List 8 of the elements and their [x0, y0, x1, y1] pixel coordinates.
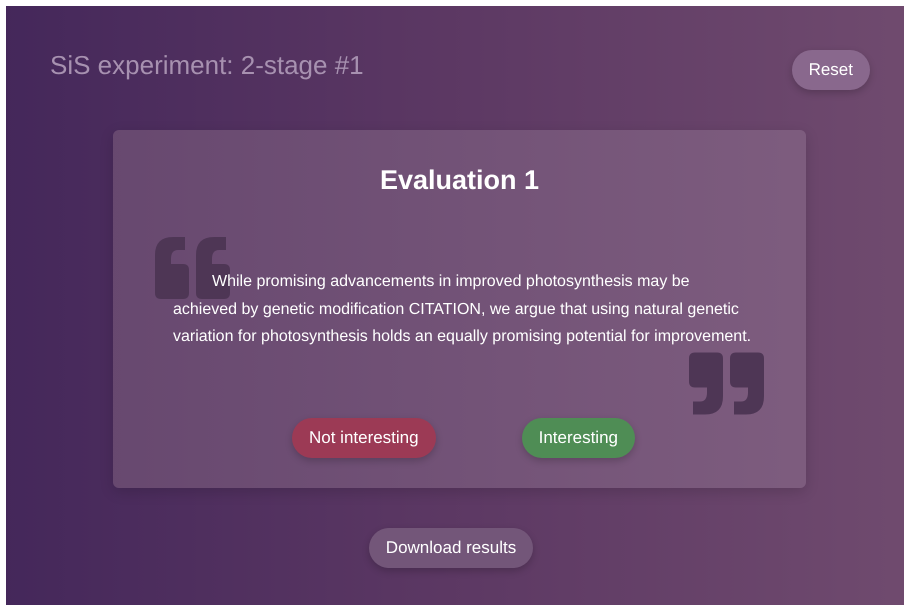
page-title: SiS experiment: 2-stage #1: [50, 50, 364, 82]
not-interesting-button[interactable]: Not interesting: [292, 418, 436, 458]
quote-text: While promising advancements in improved photosynthesis may be achieved by genetic modification CITATION, we argue that using natural genetic variation for photosynthesis holds an equally promising potential for improvement.: [173, 272, 752, 348]
reset-button[interactable]: Reset: [792, 50, 870, 90]
quote-close-icon: [689, 352, 764, 415]
download-results-button[interactable]: Download results: [368, 528, 534, 568]
interesting-button[interactable]: Interesting: [522, 418, 635, 458]
evaluation-title: Evaluation 1: [378, 164, 540, 196]
